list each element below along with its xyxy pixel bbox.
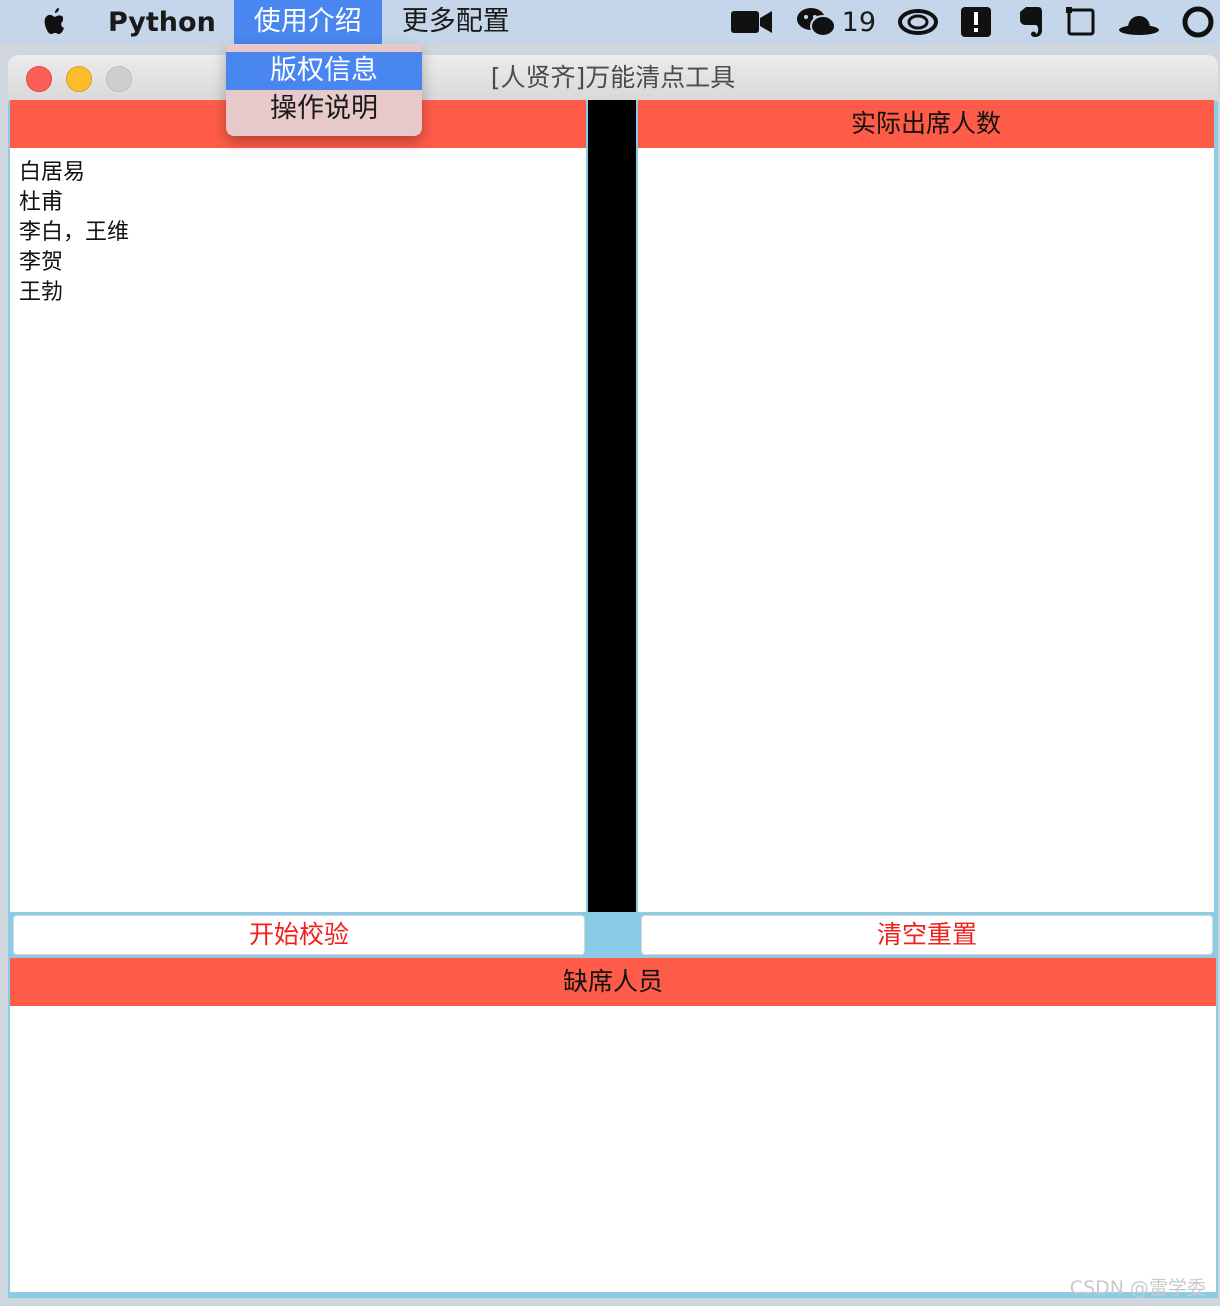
start-check-button[interactable]: 开始校验 — [13, 915, 585, 955]
menu-item-instructions[interactable]: 操作说明 — [226, 90, 422, 128]
app-window: [人贤齐]万能清点工具 预到人数 白居易 杜甫 李白，王维 李贺 王勃 实际出席… — [8, 55, 1218, 1298]
wechat-icon[interactable]: 19 — [796, 6, 876, 38]
menu-more-config[interactable]: 更多配置 — [382, 0, 530, 44]
list-item: 李贺 — [19, 250, 64, 275]
clear-reset-button[interactable]: 清空重置 — [641, 915, 1213, 955]
alert-icon[interactable] — [960, 6, 992, 38]
usage-intro-dropdown: 版权信息 操作说明 — [226, 44, 422, 136]
window-icon[interactable] — [1066, 7, 1096, 37]
list-item: 杜甫 — [19, 190, 64, 215]
video-camera-icon[interactable] — [730, 9, 774, 35]
watermark: CSDN @雷学委 — [1069, 1277, 1206, 1299]
list-item: 白居易 — [19, 160, 86, 185]
creative-cloud-icon[interactable] — [898, 8, 938, 36]
list-item: 王勃 — [19, 280, 64, 305]
expected-names-textarea[interactable]: 白居易 杜甫 李白，王维 李贺 王勃 — [10, 148, 586, 912]
evernote-icon[interactable] — [1014, 6, 1044, 38]
absent-header: 缺席人员 — [10, 958, 1216, 1006]
wechat-count: 19 — [841, 6, 876, 38]
menu-bar: Python 使用介绍 更多配置 19 — [0, 0, 1220, 44]
window-titlebar[interactable]: [人贤齐]万能清点工具 — [8, 55, 1218, 102]
status-area: 19 — [730, 0, 1220, 44]
absent-names-textarea[interactable] — [10, 1006, 1216, 1292]
pane-divider — [588, 100, 636, 912]
expected-names-list: 白居易 杜甫 李白，王维 李贺 王勃 — [10, 148, 586, 308]
menu-usage-intro[interactable]: 使用介绍 — [233, 0, 382, 44]
window-title: [人贤齐]万能清点工具 — [490, 63, 736, 92]
hat-icon[interactable] — [1118, 8, 1160, 36]
list-item: 李白，王维 — [19, 220, 130, 245]
circle-icon[interactable] — [1182, 6, 1214, 38]
actual-names-textarea[interactable] — [638, 148, 1214, 912]
menu-item-copyright[interactable]: 版权信息 — [226, 52, 422, 90]
menu-app-python[interactable]: Python — [108, 7, 234, 38]
apple-icon[interactable] — [40, 6, 70, 38]
actual-attendance-header: 实际出席人数 — [638, 100, 1214, 148]
